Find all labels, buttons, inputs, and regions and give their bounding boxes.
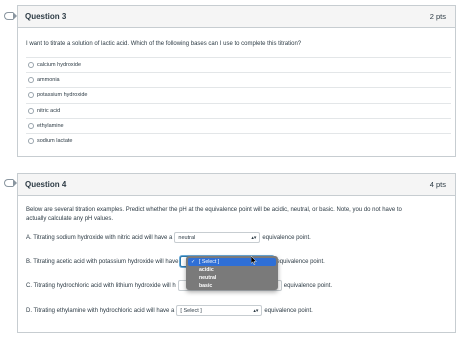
row-c-suffix: equivalence point. [283, 282, 333, 289]
radio-empty-icon[interactable] [28, 138, 34, 144]
answer-option[interactable]: ammonia [26, 72, 451, 87]
dropdown-option-neutral[interactable]: neutral [188, 274, 276, 282]
answer-option[interactable]: nitric acid [26, 103, 451, 118]
row-d-select[interactable]: [ Select ] ▴▾ [176, 305, 263, 316]
checkmark-icon: ✓ [191, 259, 196, 265]
flag-question-3-icon[interactable] [4, 12, 17, 20]
question-3-prompt: I want to titrate a solution of lactic a… [26, 41, 302, 47]
question-4-header: Question 4 4 pts [18, 174, 455, 196]
mouse-pointer-icon [251, 256, 257, 265]
row-d-text: D. Titrating ethylamine with hydrochlori… [26, 307, 175, 314]
row-a-select[interactable]: neutral ▴▾ [174, 232, 261, 243]
row-a-suffix: equivalence point. [262, 234, 311, 241]
answer-option[interactable]: sodium lactate [26, 133, 451, 148]
radio-empty-icon[interactable] [28, 108, 34, 114]
answer-option[interactable]: ethylamine [26, 118, 451, 133]
flag-question-4-icon[interactable] [4, 179, 17, 187]
row-a-text: A. Titrating sodium hydroxide with nitri… [26, 234, 173, 241]
select-caret-icon: ▴▾ [251, 234, 257, 241]
row-d-select-value: [ Select ] [180, 307, 202, 314]
question-4-card: Question 4 4 pts Below are several titra… [17, 173, 456, 333]
answer-label: potassium hydroxide [37, 92, 88, 98]
answer-label: nitric acid [37, 108, 61, 114]
row-b-dropdown-menu: ✓ [ Select ] acidic neutral basic [186, 256, 278, 290]
dropdown-option-basic[interactable]: basic [188, 282, 276, 290]
row-b-suffix: equivalence point. [276, 258, 325, 265]
titration-row-d: D. Titrating ethylamine with hydrochlori… [26, 305, 313, 316]
radio-empty-icon[interactable] [28, 92, 34, 98]
row-c-text: C. Titrating hydrochloric acid with lith… [26, 282, 176, 289]
radio-empty-icon[interactable] [28, 77, 34, 83]
dropdown-option-select[interactable]: ✓ [ Select ] [188, 258, 276, 266]
radio-empty-icon[interactable] [28, 123, 34, 129]
radio-empty-icon[interactable] [28, 62, 34, 68]
answer-label: ethylamine [37, 123, 64, 129]
dropdown-option-acidic[interactable]: acidic [188, 266, 276, 274]
question-3-points: 2 pts [429, 12, 446, 21]
answer-label: calcium hydroxide [37, 62, 82, 68]
question-4-title: Question 4 [25, 180, 67, 189]
row-b-text: B. Titrating acetic acid with potassium … [26, 258, 179, 265]
question-4-prompt-line-2: actually calculate any pH values. [26, 216, 114, 222]
question-3-header: Question 3 2 pts [18, 6, 455, 28]
dropdown-option-label: [ Select ] [199, 259, 220, 265]
titration-row-a: A. Titrating sodium hydroxide with nitri… [26, 232, 311, 243]
answer-option[interactable]: calcium hydroxide [26, 57, 451, 72]
question-4-points: 4 pts [429, 180, 446, 189]
row-a-select-value: neutral [178, 234, 196, 241]
question-4-prompt-line-1: Below are several titration examples. Pr… [26, 207, 402, 213]
answer-option[interactable]: potassium hydroxide [26, 87, 451, 102]
row-d-suffix: equivalence point. [264, 307, 313, 314]
titration-row-c: C. Titrating hydrochloric acid with lith… [26, 280, 332, 291]
titration-row-b: B. Titrating acetic acid with potassium … [26, 256, 325, 267]
answer-label: sodium lactate [37, 138, 73, 144]
select-caret-icon: ▴▾ [253, 307, 259, 314]
answer-label: ammonia [37, 77, 60, 83]
question-3-title: Question 3 [25, 12, 67, 21]
question-3-card: Question 3 2 pts I want to titrate a sol… [17, 5, 456, 157]
